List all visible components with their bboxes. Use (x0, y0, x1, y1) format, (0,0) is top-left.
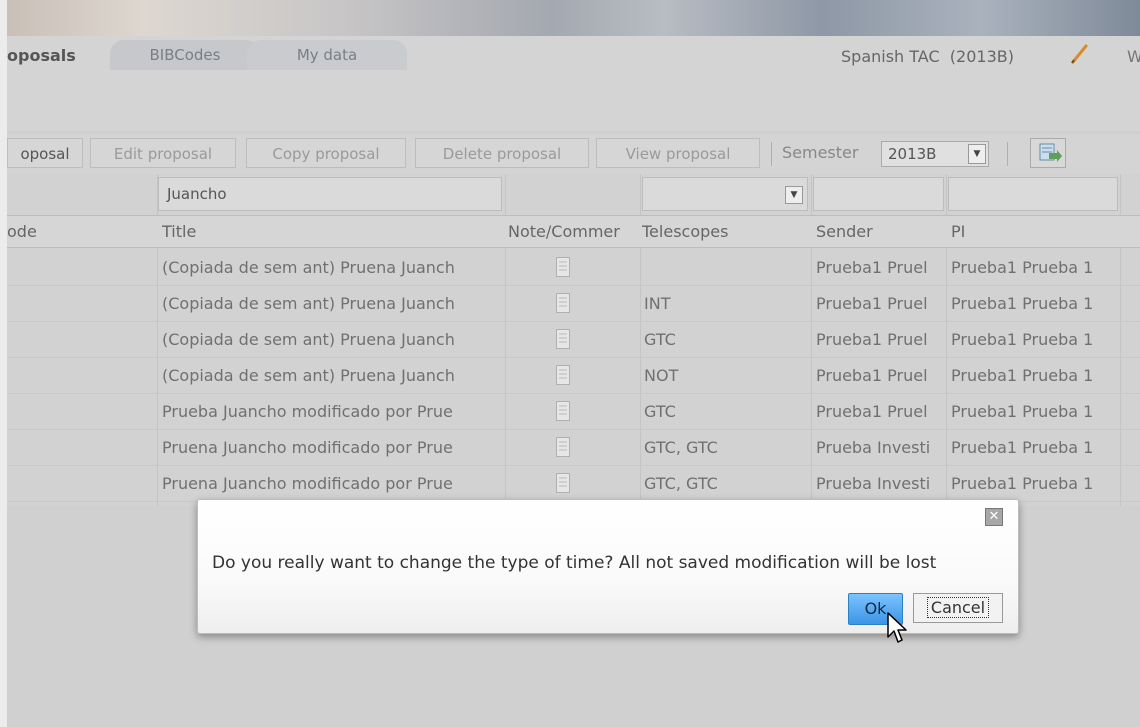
row-pi: Prueba1 Prueba 1 (951, 258, 1094, 277)
document-icon[interactable] (556, 365, 570, 385)
row-telescopes: GTC, GTC (644, 438, 718, 457)
row-sender: Prueba1 Pruel (816, 294, 928, 313)
chevron-down-icon[interactable]: ▼ (785, 186, 803, 204)
sender-filter-input[interactable] (813, 177, 944, 211)
document-icon[interactable] (556, 401, 570, 421)
row-sender: Prueba1 Pruel (816, 258, 928, 277)
column-header-pi[interactable]: PI (951, 222, 1119, 241)
toolbar-separator (771, 142, 772, 166)
column-header-title[interactable]: Title (162, 222, 502, 241)
column-header-note[interactable]: Note/Commer (508, 222, 639, 241)
row-title: Pruena Juancho modificado por Prue (162, 474, 453, 493)
row-sender: Prueba Investi (816, 438, 931, 457)
document-icon[interactable] (556, 473, 570, 493)
new-proposal-button[interactable]: oposal (7, 138, 83, 168)
row-pi: Prueba1 Prueba 1 (951, 474, 1094, 493)
row-telescopes: GTC (644, 330, 676, 349)
semester-value: 2013B (888, 145, 937, 163)
row-title: Pruena Juancho modificado por Prue (162, 438, 453, 457)
left-edge (0, 0, 7, 727)
row-pi: Prueba1 Prueba 1 (951, 438, 1094, 457)
pi-filter-input[interactable] (948, 177, 1118, 211)
row-pi: Prueba1 Prueba 1 (951, 294, 1094, 313)
semester-select[interactable]: 2013B ▼ (881, 141, 989, 167)
export-icon[interactable] (1030, 138, 1066, 168)
row-telescopes: GTC (644, 402, 676, 421)
cancel-button[interactable]: Cancel (913, 593, 1003, 623)
document-icon[interactable] (556, 437, 570, 457)
document-icon[interactable] (556, 257, 570, 277)
row-pi: Prueba1 Prueba 1 (951, 330, 1094, 349)
column-header-sender[interactable]: Sender (816, 222, 944, 241)
header-banner (7, 0, 1140, 36)
document-icon[interactable] (556, 329, 570, 349)
toolbar-separator (1007, 142, 1008, 166)
copy-proposal-button[interactable]: Copy proposal (246, 138, 406, 168)
row-sender: Prueba Investi (816, 474, 931, 493)
semester-label: Semester (782, 143, 859, 162)
document-icon[interactable] (556, 293, 570, 313)
row-pi: Prueba1 Prueba 1 (951, 366, 1094, 385)
row-telescopes: INT (644, 294, 671, 313)
row-sender: Prueba1 Pruel (816, 366, 928, 385)
edit-proposal-button[interactable]: Edit proposal (90, 138, 236, 168)
tac-semester-label: Spanish TAC (2013B) (841, 47, 1014, 66)
column-header-code[interactable]: ode (7, 222, 155, 241)
view-proposal-button[interactable]: View proposal (596, 138, 760, 168)
row-title: (Copiada de sem ant) Pruena Juanch (162, 330, 455, 349)
title-filter-input[interactable]: Juancho (158, 177, 502, 211)
tab-my-data[interactable]: My data (247, 40, 407, 70)
cancel-button-label: Cancel (926, 597, 990, 618)
delete-proposal-button[interactable]: Delete proposal (415, 138, 589, 168)
tab-proposals[interactable]: oposals (7, 36, 115, 70)
column-header-telescopes[interactable]: Telescopes (642, 222, 809, 241)
mouse-pointer-icon (887, 612, 907, 643)
row-title: Prueba Juancho modificado por Prue (162, 402, 453, 421)
dialog-message: Do you really want to change the type of… (212, 553, 937, 573)
close-icon[interactable]: ✕ (985, 508, 1003, 526)
tab-bibcodes[interactable]: BIBCodes (110, 40, 260, 70)
row-sender: Prueba1 Pruel (816, 402, 928, 421)
header-truncated-link[interactable]: W (1127, 47, 1140, 66)
telescopes-filter-select[interactable]: ▼ (642, 177, 808, 211)
row-title: (Copiada de sem ant) Pruena Juanch (162, 258, 455, 277)
pencil-icon[interactable] (1069, 43, 1089, 65)
row-title: (Copiada de sem ant) Pruena Juanch (162, 366, 455, 385)
chevron-down-icon[interactable]: ▼ (968, 144, 986, 164)
row-title: (Copiada de sem ant) Pruena Juanch (162, 294, 455, 313)
row-sender: Prueba1 Pruel (816, 330, 928, 349)
row-pi: Prueba1 Prueba 1 (951, 402, 1094, 421)
row-telescopes: NOT (644, 366, 679, 385)
row-telescopes: GTC, GTC (644, 474, 718, 493)
